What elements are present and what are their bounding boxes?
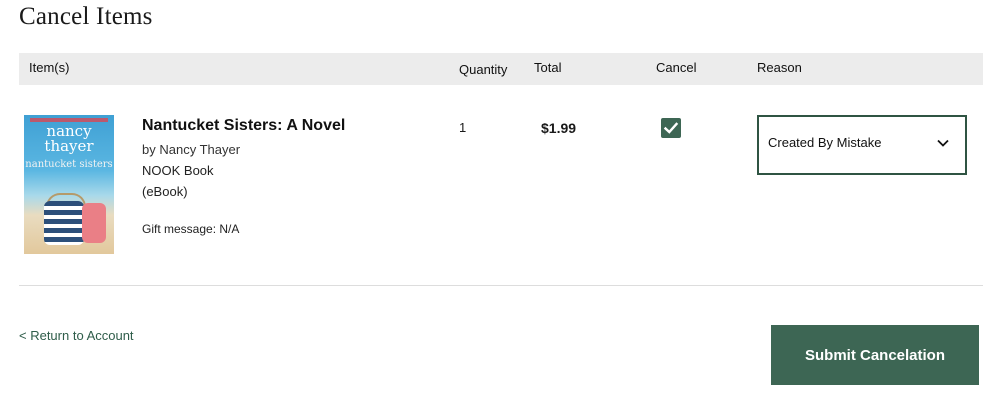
book-cover-image[interactable]: nancy thayer nantucket sisters [24,115,114,254]
cover-title-text: nantucket sisters [25,159,113,170]
reason-selected-value: Created By Mistake [768,135,882,150]
checkmark-icon [663,122,679,134]
header-quantity: Quantity [459,62,508,77]
header-items: Item(s) [29,60,70,75]
item-format: NOOK Book [142,163,214,178]
return-to-account-link[interactable]: < Return to Account [19,328,134,343]
chevron-down-icon [937,139,949,147]
reason-dropdown[interactable]: Created By Mistake [757,115,967,175]
header-reason: Reason [757,60,802,75]
cover-pink-tote [82,203,106,243]
table-header: Item(s) Quantity Total Cancel Reason [19,53,983,85]
gift-message-value: N/A [219,222,240,236]
section-divider [19,285,983,286]
item-total: $1.99 [541,120,577,136]
submit-cancelation-button[interactable]: Submit Cancelation [771,325,979,385]
item-title[interactable]: Nantucket Sisters: A Novel [142,117,345,135]
header-total: Total [534,60,562,75]
gift-message: Gift message: N/A [142,222,239,236]
header-cancel: Cancel [656,60,697,75]
cancel-checkbox[interactable] [661,118,681,138]
page-title: Cancel Items [19,3,153,30]
cover-striped-bag [44,201,84,245]
item-author: by Nancy Thayer [142,142,241,157]
cover-author-text: nancy thayer [44,122,94,155]
item-quantity: 1 [459,120,467,135]
item-format-type: (eBook) [142,184,188,199]
gift-message-label: Gift message: [142,222,217,236]
